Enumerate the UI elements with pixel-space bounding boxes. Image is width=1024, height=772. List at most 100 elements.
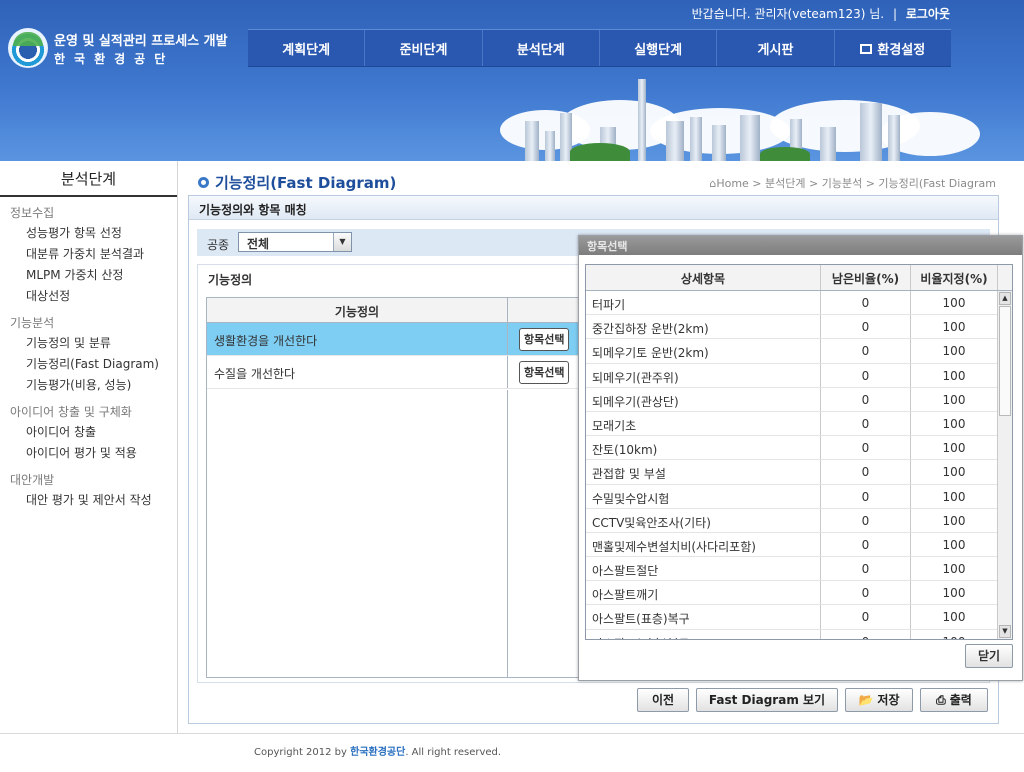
assigned-ratio-cell: 100 bbox=[911, 629, 998, 639]
grid-row[interactable]: 아스팔트(표층)복구 0 100 bbox=[586, 605, 1012, 630]
building-decoration bbox=[666, 121, 684, 161]
remaining-ratio-cell: 0 bbox=[821, 532, 911, 557]
folder-save-icon: 📂 bbox=[858, 693, 874, 707]
assigned-ratio-cell: 100 bbox=[911, 339, 998, 363]
sidebar-item[interactable]: MLPM 가중치 산정 bbox=[0, 265, 177, 286]
remaining-ratio-cell: 0 bbox=[821, 460, 911, 484]
nav-execute[interactable]: 실행단계 bbox=[600, 30, 718, 66]
sidebar-item-active[interactable]: 기능정리(Fast Diagram) bbox=[0, 354, 177, 375]
grid-row[interactable]: 되메우기토 운반(2km) 0 100 bbox=[586, 339, 1012, 364]
grid-row[interactable]: 모래기초 0 100 bbox=[586, 411, 1012, 437]
select-item-button[interactable]: 항목선택 bbox=[519, 328, 570, 351]
nav-settings[interactable]: 환경설정 bbox=[835, 30, 951, 66]
detail-item-cell: CCTV및육안조사(기타) bbox=[586, 508, 821, 532]
scroll-down-icon[interactable]: ▼ bbox=[999, 625, 1011, 638]
close-button[interactable]: 닫기 bbox=[965, 644, 1013, 668]
table-row[interactable]: 수질을 개선한다 항목선택 bbox=[207, 356, 585, 389]
logo-emblem-icon bbox=[8, 28, 48, 68]
sidebar-item[interactable]: 아이디어 창출 bbox=[0, 422, 177, 443]
detail-item-cell: 아스팔트(기층)복구 bbox=[586, 629, 821, 639]
row-text: 수질을 개선한다 bbox=[207, 356, 508, 388]
filter-label: 공종 bbox=[207, 238, 230, 252]
tree-decoration bbox=[570, 143, 630, 161]
logo-org: 한국환경공단 bbox=[54, 52, 175, 66]
nav-analysis[interactable]: 분석단계 bbox=[483, 30, 600, 66]
breadcrumb-text: Home > 분석단계 > 기능분석 > 기능정리(Fast Diagram bbox=[716, 177, 996, 190]
scrollbar[interactable]: ▲ ▼ bbox=[997, 291, 1012, 639]
scroll-thumb[interactable] bbox=[999, 306, 1011, 416]
sidebar-item[interactable]: 대상선정 bbox=[0, 286, 177, 307]
breadcrumb: ⌂Home > 분석단계 > 기능분석 > 기능정리(Fast Diagram bbox=[709, 175, 996, 191]
chevron-down-icon[interactable]: ▼ bbox=[333, 233, 351, 251]
grid-row[interactable]: 맨홀및제수변설치비(사다리포함) 0 100 bbox=[586, 532, 1012, 558]
nav-board[interactable]: 게시판 bbox=[717, 30, 835, 66]
popup-title: 항목선택 bbox=[579, 236, 1022, 255]
grid-row[interactable]: 되메우기(관상단) 0 100 bbox=[586, 387, 1012, 412]
remaining-ratio-cell: 0 bbox=[821, 629, 911, 639]
nav-prepare[interactable]: 준비단계 bbox=[365, 30, 483, 66]
detail-item-grid: 상세항목 남은비율(%) 비율지정(%) 터파기 0 100 중간집하장 운반(2km… bbox=[585, 264, 1013, 640]
table-row-selected[interactable]: 생활환경을 개선한다 항목선택 bbox=[207, 323, 585, 356]
building-decoration bbox=[712, 125, 726, 161]
grid-row[interactable]: 되메우기(관주위) 0 100 bbox=[586, 363, 1012, 388]
sidebar-item[interactable]: 기능평가(비용, 성능) bbox=[0, 375, 177, 396]
logout-link[interactable]: 로그아웃 bbox=[906, 7, 950, 21]
sidebar-item[interactable]: 기능정의 및 분류 bbox=[0, 333, 177, 354]
sidebar-item[interactable]: 성능평가 항목 선정 bbox=[0, 223, 177, 244]
detail-item-cell: 아스팔트(표층)복구 bbox=[586, 605, 821, 629]
building-decoration bbox=[740, 115, 760, 161]
assigned-ratio-cell: 100 bbox=[911, 581, 998, 605]
fast-diagram-button[interactable]: Fast Diagram 보기 bbox=[696, 688, 838, 712]
copyright-text: Copyright 2012 by bbox=[254, 747, 347, 758]
sidebar-item[interactable]: 대안 평가 및 제안서 작성 bbox=[0, 490, 177, 511]
sidebar-section-title: 정보수집 bbox=[10, 206, 55, 220]
grid-row[interactable]: 수밀및수압시험 0 100 bbox=[586, 484, 1012, 509]
item-select-popup: 항목선택 상세항목 남은비율(%) 비율지정(%) 터파기 0 100 중간집하장 운… bbox=[578, 235, 1023, 681]
page-title-text: 기능정리(Fast Diagram) bbox=[215, 174, 397, 192]
building-decoration bbox=[820, 127, 836, 161]
separator: | bbox=[892, 7, 897, 21]
row-text: 생활환경을 개선한다 bbox=[207, 323, 508, 355]
site-logo[interactable]: 운영 및 실적관리 프로세스 개발 한국환경공단 bbox=[8, 28, 228, 70]
select-item-button[interactable]: 항목선택 bbox=[519, 361, 570, 384]
remaining-ratio-cell: 0 bbox=[821, 387, 911, 411]
sidebar-section-title: 대안개발 bbox=[10, 473, 55, 487]
detail-item-cell: 모래기초 bbox=[586, 411, 821, 436]
assigned-ratio-cell: 100 bbox=[911, 557, 998, 581]
tower-decoration bbox=[638, 79, 646, 161]
nav-plan[interactable]: 계획단계 bbox=[248, 30, 366, 66]
building-decoration bbox=[545, 131, 555, 161]
detail-item-cell: 수밀및수압시험 bbox=[586, 484, 821, 508]
printer-icon: ⎙ bbox=[936, 693, 946, 707]
grid-row[interactable]: 아스팔트(기층)복구0100 bbox=[586, 629, 1012, 639]
work-type-select[interactable]: 전체 ▼ bbox=[238, 232, 352, 252]
detail-item-cell: 터파기 bbox=[586, 291, 821, 315]
detail-item-cell: 아스팔트절단 bbox=[586, 557, 821, 581]
assigned-ratio-cell: 100 bbox=[911, 291, 998, 315]
remaining-ratio-cell: 0 bbox=[821, 436, 911, 460]
footer-divider bbox=[0, 733, 1024, 734]
user-bar: 반갑습니다. 관리자(veteam123) 님. | 로그아웃 bbox=[692, 5, 950, 22]
detail-item-cell: 잔토(10km) bbox=[586, 436, 821, 460]
sidebar-item[interactable]: 아이디어 평가 및 적용 bbox=[0, 443, 177, 464]
monitor-icon bbox=[860, 44, 873, 54]
sidebar-section-title: 아이디어 창출 및 구체화 bbox=[10, 405, 132, 419]
grid-row[interactable]: 아스팔트깨기 0 100 bbox=[586, 581, 1012, 606]
grid-row[interactable]: 중간집하장 운반(2km) 0 100 bbox=[586, 315, 1012, 340]
grid-row[interactable]: CCTV및육안조사(기타) 0 100 bbox=[586, 508, 1012, 533]
print-label: 출력 bbox=[949, 693, 972, 707]
prev-button[interactable]: 이전 bbox=[637, 688, 689, 712]
save-button[interactable]: 📂 저장 bbox=[845, 688, 913, 712]
detail-item-cell: 되메우기(관상단) bbox=[586, 387, 821, 411]
sidebar-item[interactable]: 대분류 가중치 분석결과 bbox=[0, 244, 177, 265]
sidebar-title: 분석단계 bbox=[0, 161, 177, 197]
grid-row[interactable]: 잔토(10km) 0 100 bbox=[586, 436, 1012, 461]
grid-row[interactable]: 아스팔트절단 0 100 bbox=[586, 557, 1012, 582]
grid-row[interactable]: 터파기 0 100 bbox=[586, 291, 1012, 316]
print-button[interactable]: ⎙ 출력 bbox=[920, 688, 988, 712]
scroll-up-icon[interactable]: ▲ bbox=[999, 292, 1011, 305]
grid-row[interactable]: 관접합 및 부설 0 100 bbox=[586, 460, 1012, 485]
building-decoration bbox=[888, 115, 900, 161]
remaining-ratio-cell: 0 bbox=[821, 484, 911, 508]
detail-item-cell: 아스팔트깨기 bbox=[586, 581, 821, 605]
